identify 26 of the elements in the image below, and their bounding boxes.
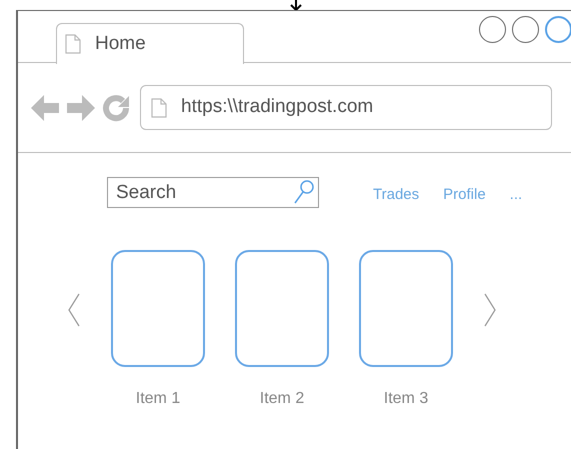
back-arrow-icon[interactable] [30,92,60,122]
item-card[interactable] [235,250,329,367]
search-field[interactable]: Search [107,177,319,208]
tab-label: Home [95,32,146,56]
document-icon [151,98,167,118]
item-card[interactable] [359,250,453,367]
browser-tab[interactable]: Home [56,23,244,64]
forward-arrow-icon[interactable] [66,92,96,122]
address-bar[interactable]: https:\\tradingpost.com [140,85,552,130]
search-icon[interactable] [293,179,315,205]
nav-link[interactable]: Profile [443,184,486,207]
down-arrow-icon [290,0,302,11]
item-label: Item 2 [260,389,304,409]
chevron-left-icon[interactable] [67,293,81,327]
nav-link[interactable]: ... [510,184,522,207]
window-control-button[interactable] [545,16,571,43]
chevron-right-icon[interactable] [483,293,497,327]
item-card[interactable] [111,250,205,367]
item-label: Item 1 [136,389,180,409]
document-icon [65,34,81,54]
url-text: https:\\tradingpost.com [181,95,374,120]
nav-link[interactable]: Trades [373,184,420,207]
window-control-button[interactable] [479,16,506,43]
item-label: Item 3 [384,389,428,409]
window-control-button[interactable] [512,16,539,43]
refresh-icon[interactable] [102,94,130,122]
